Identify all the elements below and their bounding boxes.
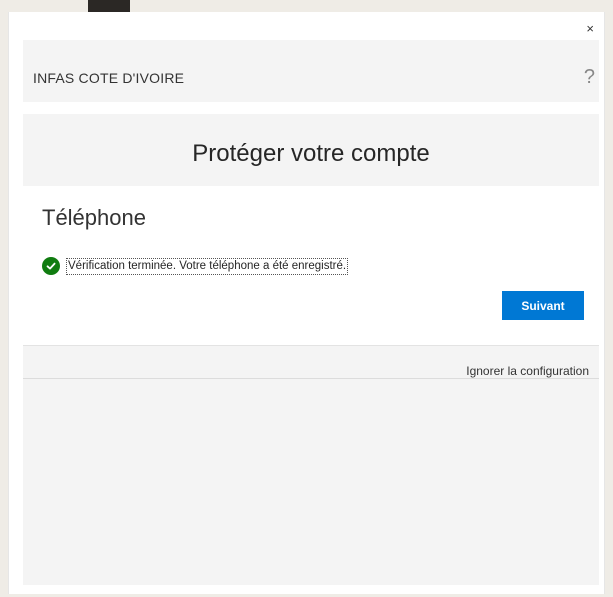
header-bar: INFAS COTE D'IVOIRE ? [23, 40, 599, 102]
close-icon[interactable]: × [586, 22, 594, 36]
background-taskbar-tab [88, 0, 130, 12]
status-row: Vérification terminée. Votre téléphone a… [42, 256, 349, 276]
footer-panel: Ignorer la configuration [23, 345, 599, 585]
section-title: Téléphone [42, 205, 146, 230]
next-button[interactable]: Suivant [502, 291, 584, 320]
question-mark-icon[interactable]: ? [584, 66, 595, 89]
footer-divider [23, 378, 599, 379]
title-bar: Protéger votre compte [23, 114, 599, 186]
check-circle-icon [42, 257, 60, 275]
status-message: Vérification terminée. Votre téléphone a… [66, 257, 349, 275]
skip-setup-link[interactable]: Ignorer la configuration [466, 364, 589, 378]
page-title: Protéger votre compte [192, 140, 430, 167]
mfa-setup-dialog: × INFAS COTE D'IVOIRE ? Protéger votre c… [8, 12, 605, 594]
organization-name: INFAS COTE D'IVOIRE [33, 70, 185, 86]
